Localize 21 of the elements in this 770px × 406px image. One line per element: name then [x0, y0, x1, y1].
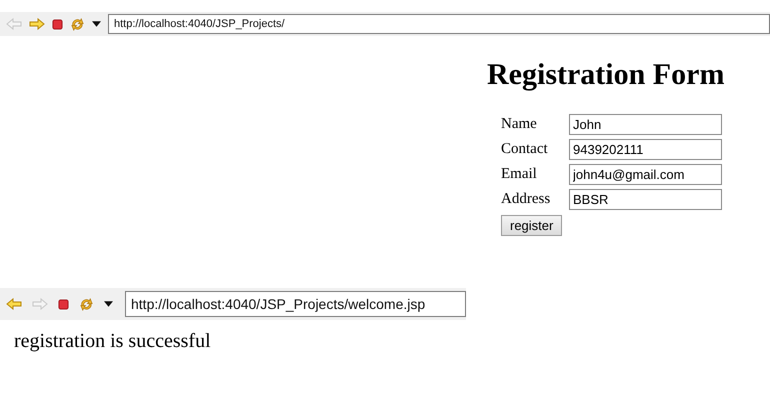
- back-arrow-icon[interactable]: [6, 298, 22, 310]
- stop-icon[interactable]: [58, 298, 69, 310]
- refresh-icon[interactable]: [70, 16, 85, 32]
- forward-arrow-icon[interactable]: [29, 18, 45, 30]
- address-field[interactable]: http://localhost:4040/JSP_Projects/welcome.jsp: [125, 291, 466, 317]
- address-field[interactable]: http://localhost:4040/JSP_Projects/: [108, 14, 770, 34]
- register-button[interactable]: register: [501, 215, 562, 236]
- field-label: Name: [501, 115, 538, 134]
- refresh-icon[interactable]: [79, 296, 94, 312]
- message-text: registration is successful: [14, 330, 212, 353]
- input-field[interactable]: John: [569, 114, 722, 135]
- page-title: Registration Form: [487, 58, 724, 92]
- field-label: Address: [501, 190, 552, 209]
- field-label: Email: [501, 165, 538, 184]
- dropdown-caret-icon[interactable]: [92, 21, 101, 27]
- input-field[interactable]: 9439202111: [569, 139, 722, 160]
- input-field[interactable]: john4u@gmail.com: [569, 164, 722, 185]
- input-field[interactable]: BBSR: [569, 189, 722, 210]
- dropdown-caret-icon[interactable]: [104, 301, 113, 307]
- stop-icon[interactable]: [52, 18, 63, 30]
- field-label: Contact: [501, 140, 549, 159]
